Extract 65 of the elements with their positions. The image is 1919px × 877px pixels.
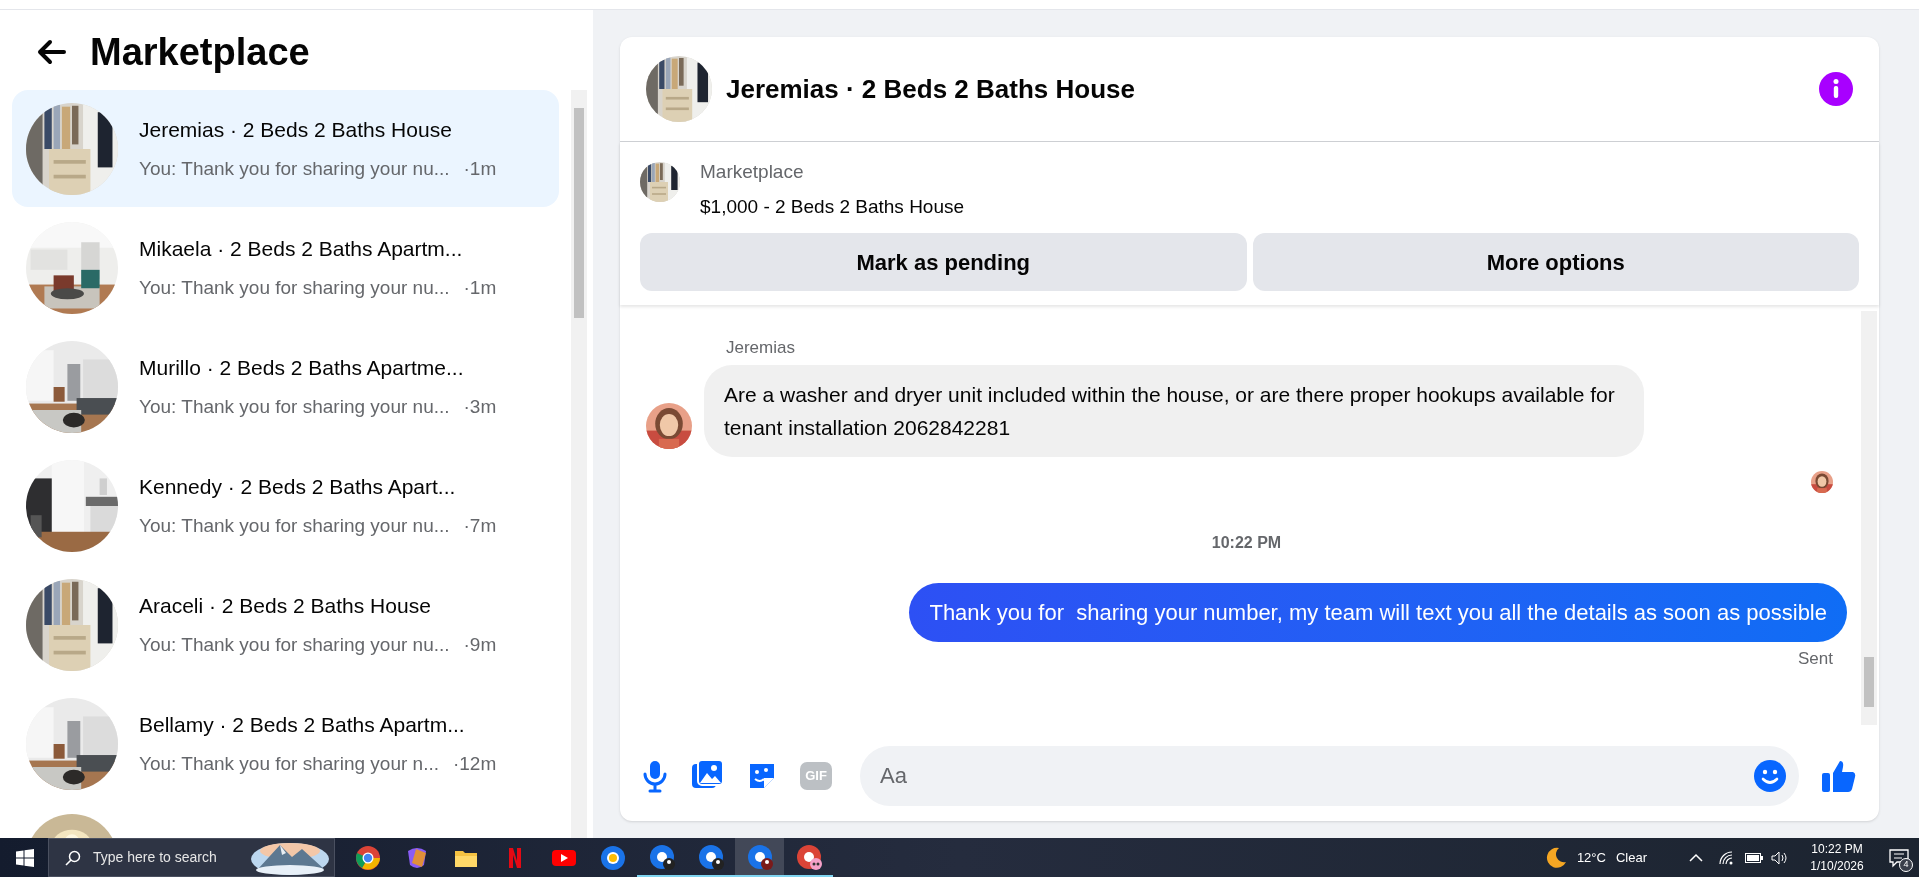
message-preview: You: Thank you for sharing your nu... <box>139 157 450 181</box>
speaker-icon[interactable] <box>1771 850 1789 865</box>
scrollbar[interactable] <box>571 90 587 838</box>
message-preview: You: Thank you for sharing your nu... <box>139 276 450 300</box>
browser-icon[interactable] <box>354 844 381 871</box>
chevron-up-icon[interactable] <box>1689 852 1703 863</box>
conversation-item[interactable]: Araceli · 2 Beds 2 Baths House You: Thank you for sharing your nu... ·9m <box>12 566 559 683</box>
search-icon <box>65 849 81 866</box>
message-time: ·7m <box>463 514 497 538</box>
browser-icon[interactable] <box>795 843 822 870</box>
emoji-icon[interactable] <box>1753 759 1787 793</box>
browser-icon[interactable] <box>697 843 724 870</box>
notification-icon[interactable] <box>1889 847 1909 868</box>
message-time: ·1m <box>463 276 497 300</box>
microphone-icon[interactable] <box>642 759 668 793</box>
thumbs-up-icon[interactable] <box>1821 759 1857 793</box>
windows-start-icon[interactable] <box>16 848 34 867</box>
listing-label: Marketplace <box>700 160 805 184</box>
chat-title: Jeremias · 2 Beds 2 Baths House <box>726 72 1135 106</box>
battery-icon[interactable] <box>1745 852 1763 863</box>
message-preview: You: Thank you for sharing your nu... <box>139 395 450 419</box>
conversation-item[interactable]: Kennedy · 2 Beds 2 Baths Apart... You: Thank you for sharing your nu... ·7m <box>12 447 559 564</box>
conversation-name: Murillo · 2 Beds 2 Baths Apartme... <box>139 354 465 381</box>
wifi-icon[interactable] <box>1719 850 1735 865</box>
message-timestamp: 10:22 PM <box>1211 532 1282 553</box>
notification-badge: 4 <box>1899 857 1913 872</box>
conversation-name: Araceli · 2 Beds 2 Baths House <box>139 592 432 619</box>
message-time: ·12m <box>452 752 497 776</box>
browser-icon[interactable] <box>648 843 675 870</box>
conversation-item[interactable]: Murillo · 2 Beds 2 Baths Apartme... You: Thank you for sharing your nu... ·3m <box>12 328 559 445</box>
action-button[interactable]: Mark as pending <box>640 233 1247 291</box>
search-placeholder: Type here to search <box>93 848 217 867</box>
sender-name: Jeremias <box>726 337 796 359</box>
page-title: Marketplace <box>90 29 310 75</box>
message-bubble: Thank you for sharing your number, my team will text you all the details as soon as possible <box>909 582 1847 642</box>
clock-date: 1/10/2026 <box>1810 857 1864 875</box>
browser-icon[interactable] <box>599 844 626 871</box>
taskbar-search-field[interactable]: Type here to search <box>48 838 335 877</box>
conversation-item[interactable]: Mikaela · 2 Beds 2 Baths Apartm... You: Thank you for sharing your nu... ·1m <box>12 209 559 326</box>
message-preview: You: Thank you for sharing your nu... <box>139 633 450 657</box>
action-button[interactable]: More options <box>1252 233 1859 291</box>
conversation-name: Bellamy · 2 Beds 2 Baths Apartm... <box>139 711 466 738</box>
delivery-status: Sent <box>1798 647 1833 670</box>
message-time: ·3m <box>463 395 497 419</box>
back-arrow-icon[interactable] <box>36 39 66 65</box>
conversation-name: Mikaela · 2 Beds 2 Baths Apartm... <box>139 235 464 262</box>
listing-title[interactable]: $1,000 - 2 Beds 2 Baths House <box>700 192 965 221</box>
conversation-item[interactable]: Jeremias · 2 Beds 2 Baths House You: Thank you for sharing your nu... ·1m <box>12 90 559 207</box>
message-field[interactable]: Aa <box>860 746 1799 806</box>
message-preview: You: Thank you for sharing your n... <box>139 752 439 776</box>
clock-time: 10:22 PM <box>1811 840 1863 858</box>
message-bubble: Are a washer and dryer unit included within the house, or are there proper hookups available for tenant installation 2062842281 <box>704 364 1644 457</box>
moon-icon <box>1544 846 1567 869</box>
clock[interactable]: 10:22 PM 1/10/2026 <box>1801 840 1873 875</box>
conversation-name: Jeremias · 2 Beds 2 Baths House <box>139 116 453 143</box>
message-preview: You: Thank you for sharing your nu... <box>139 514 450 538</box>
conversation-item[interactable]: Bellamy · 2 Beds 2 Baths Apartm... You: Thank you for sharing your n... ·12m <box>12 685 559 802</box>
message-time: ·1m <box>463 157 497 181</box>
scrollbar[interactable] <box>1861 311 1877 725</box>
weather-status: Clear <box>1615 848 1647 867</box>
browser-icon[interactable] <box>746 843 773 870</box>
conversation-name: Kennedy · 2 Beds 2 Baths Apart... <box>139 473 457 500</box>
temperature: 12°C <box>1576 848 1606 867</box>
message-time: ·9m <box>463 633 497 657</box>
info-icon[interactable] <box>1819 72 1853 106</box>
